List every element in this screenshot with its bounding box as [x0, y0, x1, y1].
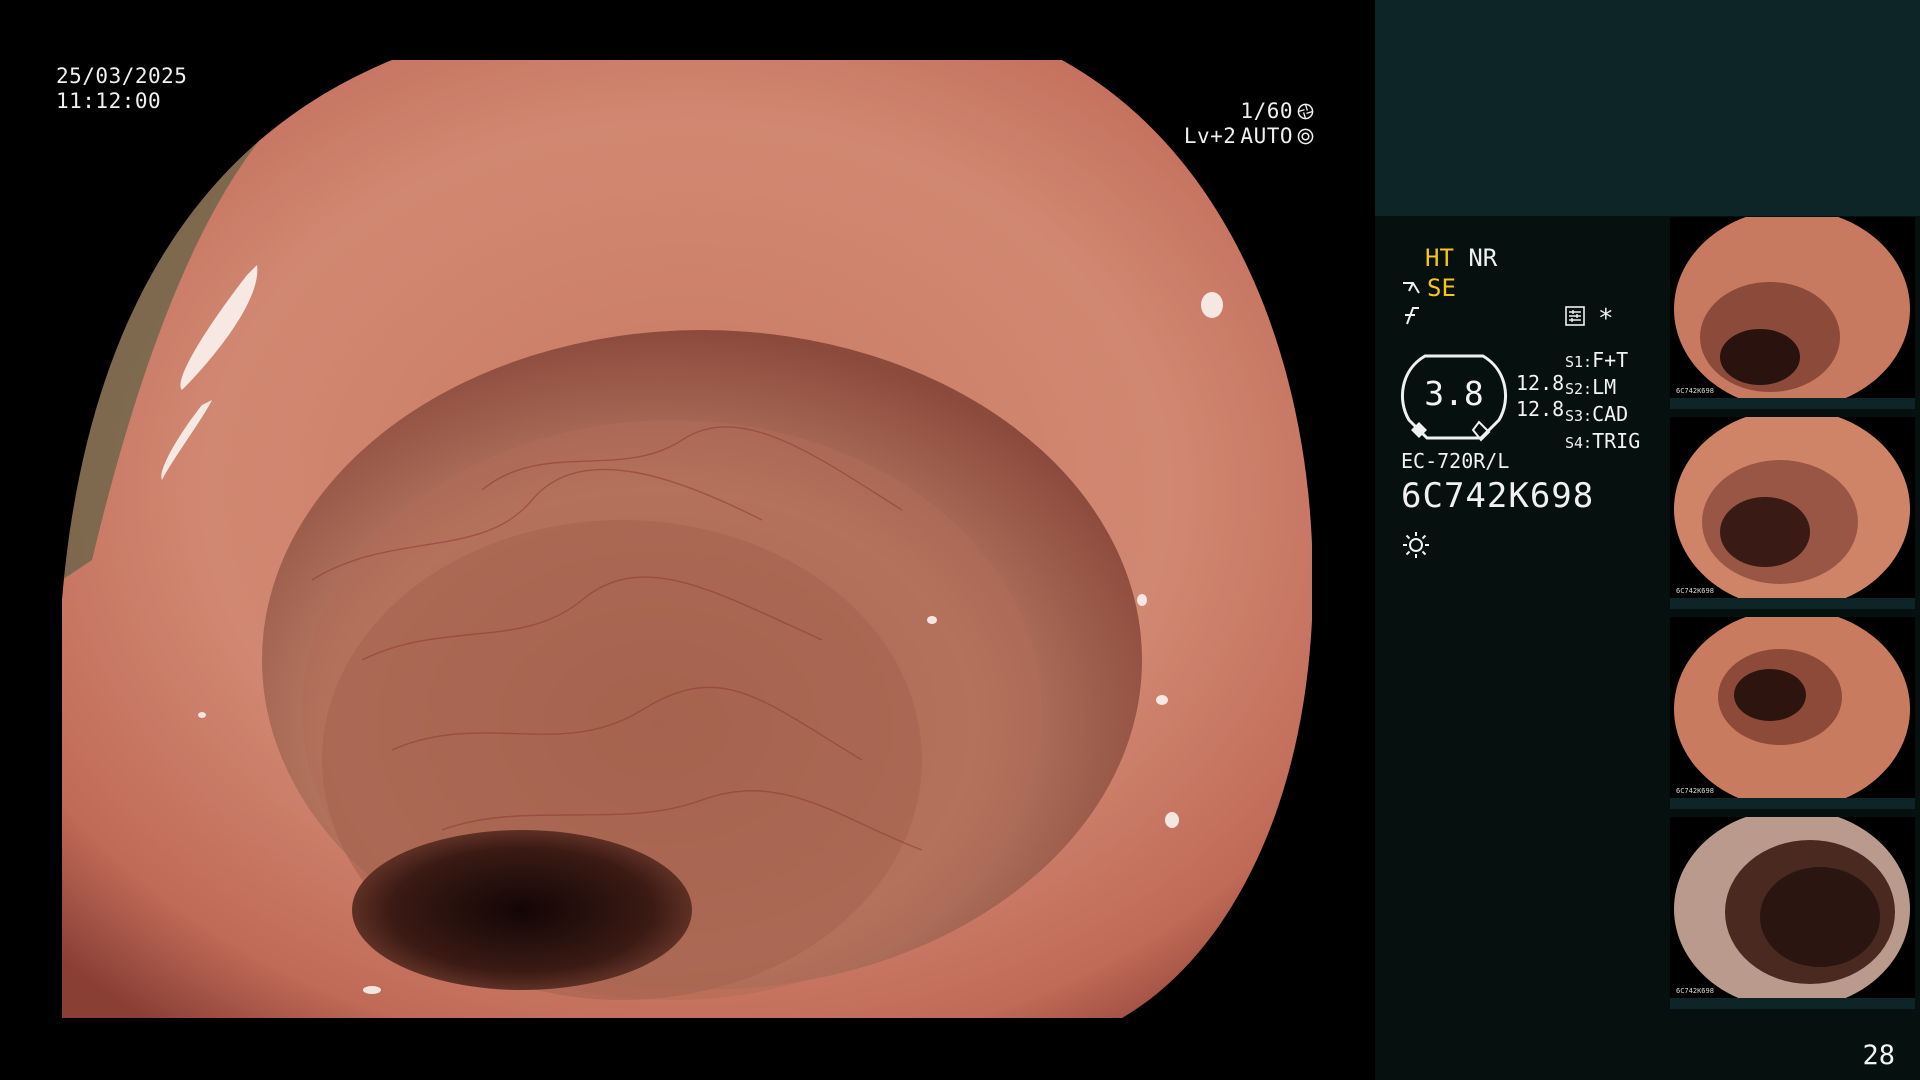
datetime-overlay: 25/03/2025 11:12:00 — [56, 64, 187, 114]
slot-s1: S1:F+T — [1565, 348, 1629, 372]
capture-thumbnail[interactable]: 6C742K698 — [1670, 417, 1915, 609]
exposure-overlay: 1/60 Lv+2 AUTO — [1184, 99, 1314, 149]
se-row: SE — [1401, 274, 1456, 302]
setting-values: 12.8 12.8 — [1516, 370, 1564, 422]
enhance-icon — [1403, 282, 1420, 294]
thumbnail-caption: 6C742K698 — [1676, 987, 1714, 995]
thumbnail-caption: 6C742K698 — [1676, 587, 1714, 595]
thumbnail-bar — [1670, 598, 1915, 609]
capture-thumbnail[interactable]: 6C742K698 — [1670, 217, 1915, 409]
info-panel: HT NR SE * 3.8 12.8 12.8 S1:F+T S2:LM S3… — [1375, 0, 1920, 1080]
capture-thumbnail[interactable]: 6C742K698 — [1670, 617, 1915, 809]
zoom-value: 3.8 — [1424, 374, 1484, 413]
thumbnail-bar — [1670, 398, 1915, 409]
thumbnail-image — [1674, 817, 1910, 1009]
settings-grid-icon — [1565, 306, 1585, 326]
thumbnail-image — [1674, 617, 1910, 809]
thumbnail-caption: 6C742K698 — [1676, 387, 1714, 395]
page-number: 28 — [1862, 1040, 1895, 1071]
auto-mode-text: AUTO — [1240, 124, 1293, 148]
scope-model-text: EC-720R/L — [1401, 449, 1510, 473]
capture-thumbnail[interactable]: 6C742K698 — [1670, 817, 1915, 1009]
thumbnail-bar — [1670, 998, 1915, 1009]
thumbnail-image — [1674, 417, 1910, 609]
level-text: Lv+2 — [1183, 124, 1237, 148]
ht-indicator: HT — [1425, 244, 1454, 272]
date-text: 25/03/2025 — [56, 64, 188, 88]
nr-indicator: NR — [1468, 244, 1498, 272]
panel-header-area — [1375, 0, 1920, 216]
time-text: 11:12:00 — [56, 89, 162, 113]
slot-s4: S4:TRIG — [1565, 429, 1641, 453]
thumbnail-caption: 6C742K698 — [1676, 787, 1714, 795]
iris-icon — [1297, 128, 1314, 145]
thumbnail-bar — [1670, 798, 1915, 809]
thumbnail-image — [1674, 217, 1910, 409]
value-2: 12.8 — [1516, 397, 1565, 421]
colon-lumen-image — [62, 60, 1312, 1018]
endoscope-view — [62, 60, 1312, 1018]
light-source-icon — [1403, 532, 1429, 558]
aperture-icon — [1297, 103, 1314, 120]
slot-s2: S2:LM — [1565, 375, 1617, 399]
se-indicator: SE — [1427, 274, 1456, 302]
ht-nr-row: HT NR — [1425, 244, 1497, 272]
value-1: 12.8 — [1516, 371, 1565, 395]
contrast-icon — [1405, 307, 1419, 325]
asterisk-icon: * — [1598, 304, 1614, 334]
switch-assignments: S1:F+T S2:LM S3:CAD S4:TRIG — [1565, 348, 1640, 456]
scope-serial-text: 6C742K698 — [1401, 476, 1595, 516]
shutter-speed-text: 1/60 — [1240, 99, 1293, 123]
slot-s3: S3:CAD — [1565, 402, 1629, 426]
